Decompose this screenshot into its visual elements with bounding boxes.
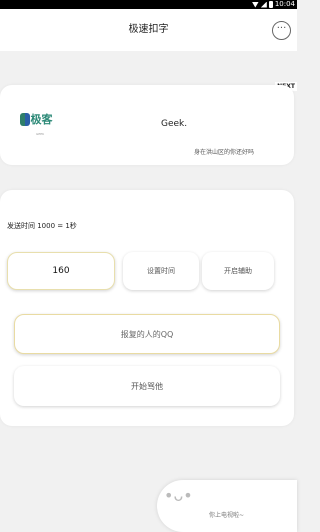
profile-card: 极客 GEEK Geek. 身在洪山区的你还好吗 [0,85,294,165]
logo: 极客 GEEK [14,97,58,141]
status-icons: 10:04 [251,0,295,9]
page-title: 极速扣字 [128,24,169,35]
start-button[interactable]: 开始骂他 [14,366,280,406]
send-time-label: 发送时间 1000 = 1秒 [7,222,77,230]
face-icon: •ᴗ• [164,486,193,505]
profile-subtitle: 身在洪山区的你还好吗 [194,149,255,156]
floating-pill[interactable]: •ᴗ• 你上电视啦~ [157,480,297,532]
interval-input[interactable]: 160 [7,252,115,290]
battery-icon [268,1,273,8]
floating-pill-text: 你上电视啦~ [209,512,245,519]
title-bar: 极速扣字 ··· [0,9,297,51]
logo-mark-icon [19,112,30,126]
wifi-icon [251,1,259,8]
more-dots-icon[interactable]: ··· [272,21,291,40]
signal-icon [260,1,267,8]
set-time-button[interactable]: 设置时间 [123,252,199,290]
logo-text: 极客 [30,113,53,126]
profile-name: Geek. [161,119,188,129]
logo-subtext: GEEK [36,132,45,136]
control-card: 发送时间 1000 = 1秒 160 设置时间 开启辅助 报复的人的QQ 开始骂… [0,190,294,426]
status-time: 10:04 [274,0,295,8]
assist-button[interactable]: 开启辅助 [202,252,274,290]
status-bar: 10:04 [0,0,297,9]
qq-input[interactable]: 报复的人的QQ [14,314,280,354]
